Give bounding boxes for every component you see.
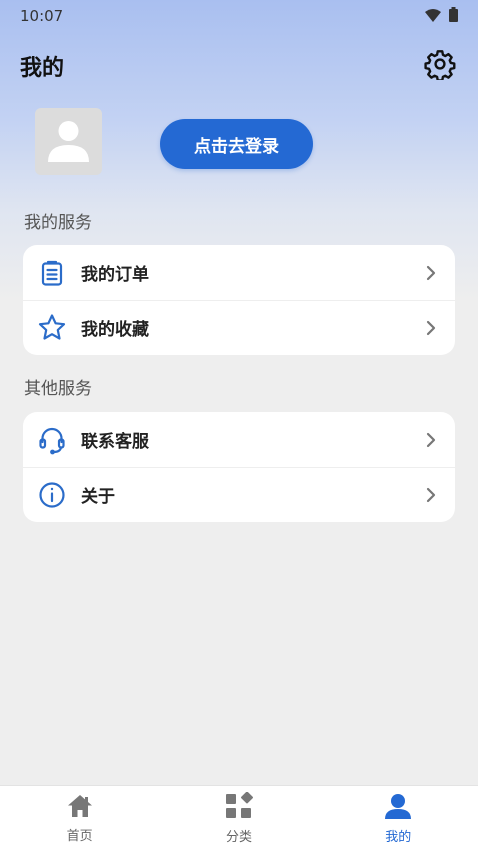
category-grid-icon xyxy=(224,791,254,824)
chevron-right-icon xyxy=(423,265,439,281)
star-icon xyxy=(37,313,67,343)
gear-icon xyxy=(424,48,456,84)
menu-item-label: 联系客服 xyxy=(81,432,149,452)
bottom-tab-bar: 首页 分类 我的 xyxy=(0,785,478,850)
login-button[interactable]: 点击去登录 xyxy=(160,119,313,169)
status-bar: 10:07 xyxy=(0,0,478,32)
menu-item-about[interactable]: 关于 xyxy=(23,467,455,522)
chevron-right-icon xyxy=(423,487,439,503)
user-placeholder-icon xyxy=(35,108,102,175)
status-time: 10:07 xyxy=(20,7,64,25)
menu-item-label: 关于 xyxy=(81,487,115,507)
tab-home[interactable]: 首页 xyxy=(30,793,130,844)
section-title-other-services: 其他服务 xyxy=(24,379,92,399)
battery-icon xyxy=(449,6,458,26)
tab-label: 我的 xyxy=(385,829,412,845)
chevron-right-icon xyxy=(423,320,439,336)
chevron-right-icon xyxy=(423,432,439,448)
avatar[interactable] xyxy=(35,108,102,175)
wifi-icon xyxy=(425,7,441,26)
menu-item-label: 我的订单 xyxy=(81,265,149,285)
section-title-my-services: 我的服务 xyxy=(24,213,92,233)
tab-mine[interactable]: 我的 xyxy=(348,792,448,845)
tab-category[interactable]: 分类 xyxy=(189,791,289,845)
page-title: 我的 xyxy=(20,56,65,81)
status-icons xyxy=(425,6,458,26)
settings-button[interactable] xyxy=(422,48,458,84)
tab-label: 分类 xyxy=(225,829,252,845)
home-icon xyxy=(66,793,94,823)
tab-label: 首页 xyxy=(66,828,93,844)
menu-item-label: 我的收藏 xyxy=(81,320,149,340)
my-services-card: 我的订单 我的收藏 xyxy=(23,245,455,355)
clipboard-list-icon xyxy=(37,258,67,288)
menu-item-my-orders[interactable]: 我的订单 xyxy=(23,245,455,300)
menu-item-customer-service[interactable]: 联系客服 xyxy=(23,412,455,467)
other-services-card: 联系客服 关于 xyxy=(23,412,455,522)
header: 我的 xyxy=(0,44,478,88)
info-icon xyxy=(37,480,67,510)
user-icon xyxy=(383,792,413,824)
menu-item-my-favorites[interactable]: 我的收藏 xyxy=(23,300,455,355)
headset-icon xyxy=(37,425,67,455)
